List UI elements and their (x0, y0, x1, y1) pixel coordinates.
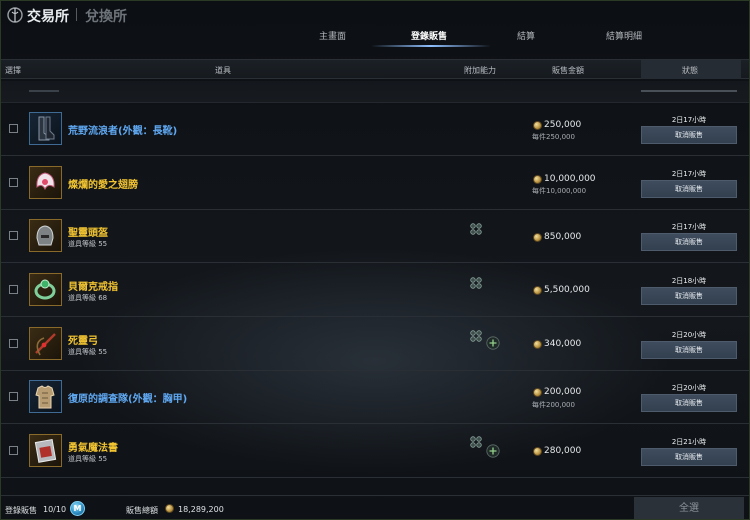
socket-icon (470, 223, 482, 235)
footer-bar: 登錄販售 10/10 M 販售總額 18,289,200 全選 (1, 495, 749, 519)
item-name: 死靈弓 (68, 336, 98, 347)
helmet-icon[interactable] (29, 219, 62, 252)
listing-count: 10/10 (43, 505, 67, 514)
boots-icon[interactable] (29, 112, 62, 145)
sale-total: 18,289,200 (178, 505, 224, 514)
cancel-sale-button[interactable]: 取消販售 (641, 448, 737, 466)
item-price: 200,000 (544, 387, 582, 397)
table-row[interactable]: 貝爾克戒指 道具等級 68 5,500,000 2日18小時 取消販售 (1, 264, 749, 317)
item-price: 10,000,000 (544, 174, 596, 184)
item-name: 荒野流浪者(外觀：長靴) (68, 126, 178, 137)
row-checkbox[interactable] (9, 124, 18, 133)
listing-count-label: 登錄販售 (5, 506, 37, 515)
armor-icon[interactable] (29, 380, 62, 413)
plus-icon (486, 336, 500, 350)
remaining-time: 2日17小時 (671, 223, 707, 231)
socket-icon (470, 277, 482, 289)
socket-icon (470, 436, 482, 448)
spellbook-icon[interactable] (29, 434, 62, 467)
item-name: 聖靈頭盔 (68, 228, 108, 239)
item-name: 勇氣魔法書 (68, 443, 118, 454)
active-tab-indicator (371, 45, 491, 47)
tab-settlement[interactable]: 結算 (517, 29, 535, 42)
gold-coin-icon (533, 447, 542, 456)
tab-register-sale[interactable]: 登錄販售 (411, 29, 447, 42)
divider-left (29, 90, 59, 92)
cancel-sale-button[interactable]: 取消販售 (641, 287, 737, 305)
row-checkbox[interactable] (9, 285, 18, 294)
column-price: 販售金額 (552, 66, 584, 75)
item-name: 貝爾克戒指 (68, 282, 118, 293)
table-row[interactable]: 燦爛的愛之翅膀 10,000,000 每件10,000,000 2日17小時 取… (1, 157, 749, 210)
gold-coin-icon (533, 286, 542, 295)
item-price: 5,500,000 (544, 285, 590, 295)
item-level: 道具等級 68 (68, 294, 108, 302)
gold-coin-icon (165, 504, 174, 513)
item-name: 燦爛的愛之翅膀 (68, 180, 138, 191)
table-row[interactable]: 聖靈頭盔 道具等級 55 850,000 2日17小時 取消販售 (1, 210, 749, 263)
tab-settlement-history[interactable]: 結算明細 (606, 29, 642, 42)
bow-icon[interactable] (29, 327, 62, 360)
remaining-time: 2日18小時 (671, 277, 707, 285)
column-option: 附加能力 (464, 66, 496, 75)
row-checkbox[interactable] (9, 446, 18, 455)
table-top-divider (1, 81, 749, 103)
cancel-sale-button[interactable]: 取消販售 (641, 126, 737, 144)
sale-total-label: 販售總額 (126, 506, 158, 515)
remaining-time: 2日17小時 (671, 170, 707, 178)
gold-coin-icon (533, 175, 542, 184)
row-checkbox[interactable] (9, 392, 18, 401)
remaining-time: 2日21小時 (671, 438, 707, 446)
row-checkbox[interactable] (9, 339, 18, 348)
item-level: 道具等級 55 (68, 240, 108, 248)
column-select: 選擇 (5, 66, 21, 75)
tab-main[interactable]: 主畫面 (319, 29, 346, 42)
divider-right (641, 90, 737, 92)
item-price: 280,000 (544, 446, 582, 456)
unit-price: 每件10,000,000 (532, 187, 587, 195)
header: 交易所 兌換所 主畫面 登錄販售 結算 結算明細 (1, 1, 749, 49)
gold-coin-icon (533, 121, 542, 130)
item-price: 850,000 (544, 232, 582, 242)
socket-icon (470, 330, 482, 342)
exchange-window: 交易所 兌換所 主畫面 登錄販售 結算 結算明細 選擇 道具 附加能力 販售金額… (0, 0, 750, 520)
gold-coin-icon (533, 340, 542, 349)
membership-badge-icon[interactable]: M (70, 501, 85, 516)
ring-icon[interactable] (29, 273, 62, 306)
unit-price: 每件250,000 (532, 133, 575, 141)
page-title: 交易所 (27, 9, 69, 25)
table-row[interactable]: 勇氣魔法書 道具等級 55 280,000 2日21小時 取消販售 (1, 425, 749, 478)
gold-coin-icon (533, 388, 542, 397)
column-status: 狀態 (682, 66, 698, 75)
tab-redeem-exchange[interactable]: 兌換所 (85, 6, 127, 26)
select-all-button[interactable]: 全選 (634, 497, 744, 519)
cancel-sale-button[interactable]: 取消販售 (641, 180, 737, 198)
gold-coin-icon (533, 233, 542, 242)
remaining-time: 2日17小時 (671, 116, 707, 124)
cancel-sale-button[interactable]: 取消販售 (641, 341, 737, 359)
table-header: 選擇 道具 附加能力 販售金額 狀態 (1, 59, 749, 79)
table-row[interactable]: 復原的調查隊(外觀：胸甲) 200,000 每件200,000 2日20小時 取… (1, 371, 749, 424)
item-name: 復原的調查隊(外觀：胸甲) (68, 394, 188, 405)
cancel-sale-button[interactable]: 取消販售 (641, 394, 737, 412)
unit-price: 每件200,000 (532, 401, 575, 409)
column-item: 道具 (215, 66, 231, 75)
item-level: 道具等級 55 (68, 348, 108, 356)
title-divider (76, 8, 77, 21)
remaining-time: 2日20小時 (671, 331, 707, 339)
item-price: 250,000 (544, 120, 582, 130)
wings-icon[interactable] (29, 166, 62, 199)
table-row[interactable]: 荒野流浪者(外觀：長靴) 250,000 每件250,000 2日17小時 取消… (1, 103, 749, 156)
cancel-sale-button[interactable]: 取消販售 (641, 233, 737, 251)
remaining-time: 2日20小時 (671, 384, 707, 392)
item-level: 道具等級 55 (68, 455, 108, 463)
exchange-logo-icon (7, 7, 23, 23)
row-checkbox[interactable] (9, 178, 18, 187)
table-row[interactable]: 死靈弓 道具等級 55 340,000 2日20小時 取消販售 (1, 318, 749, 371)
item-price: 340,000 (544, 339, 582, 349)
row-checkbox[interactable] (9, 231, 18, 240)
plus-icon (486, 444, 500, 458)
